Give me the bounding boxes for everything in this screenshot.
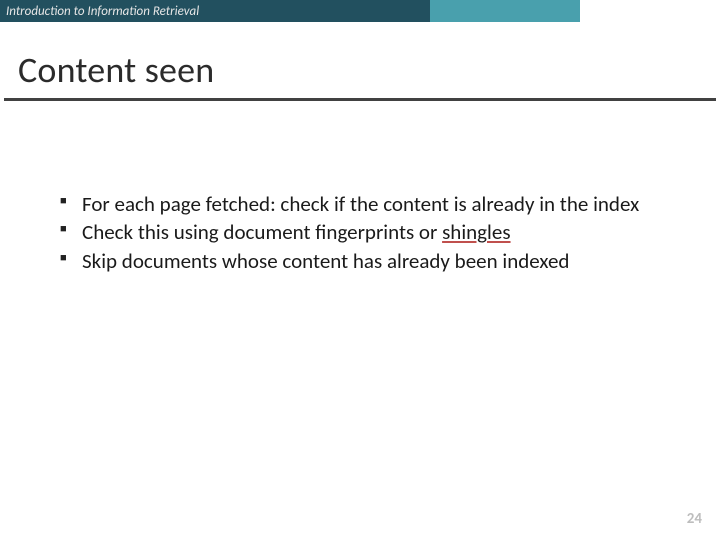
header-bar: Introduction to Information Retrieval: [0, 0, 720, 22]
list-item: Check this using document fingerprints o…: [60, 219, 660, 245]
course-title: Introduction to Information Retrieval: [6, 4, 199, 19]
bullet-text: Check this using document fingerprints o…: [82, 219, 442, 245]
bullet-text: For each page fetched: check if the cont…: [82, 191, 639, 217]
title-underline: [4, 98, 716, 101]
page-number: 24: [687, 510, 702, 528]
list-item: For each page fetched: check if the cont…: [60, 191, 660, 217]
slide-title: Content seen: [18, 48, 720, 92]
bullet-list: For each page fetched: check if the cont…: [60, 191, 660, 274]
bullet-link: shingles: [442, 219, 510, 245]
list-item: Skip documents whose content has already…: [60, 248, 660, 274]
header-dark-segment: Introduction to Information Retrieval: [0, 0, 430, 22]
title-block: Content seen: [18, 48, 720, 92]
header-light-segment: [430, 0, 580, 22]
bullet-text: Skip documents whose content has already…: [82, 248, 569, 274]
slide-body: For each page fetched: check if the cont…: [60, 191, 660, 274]
